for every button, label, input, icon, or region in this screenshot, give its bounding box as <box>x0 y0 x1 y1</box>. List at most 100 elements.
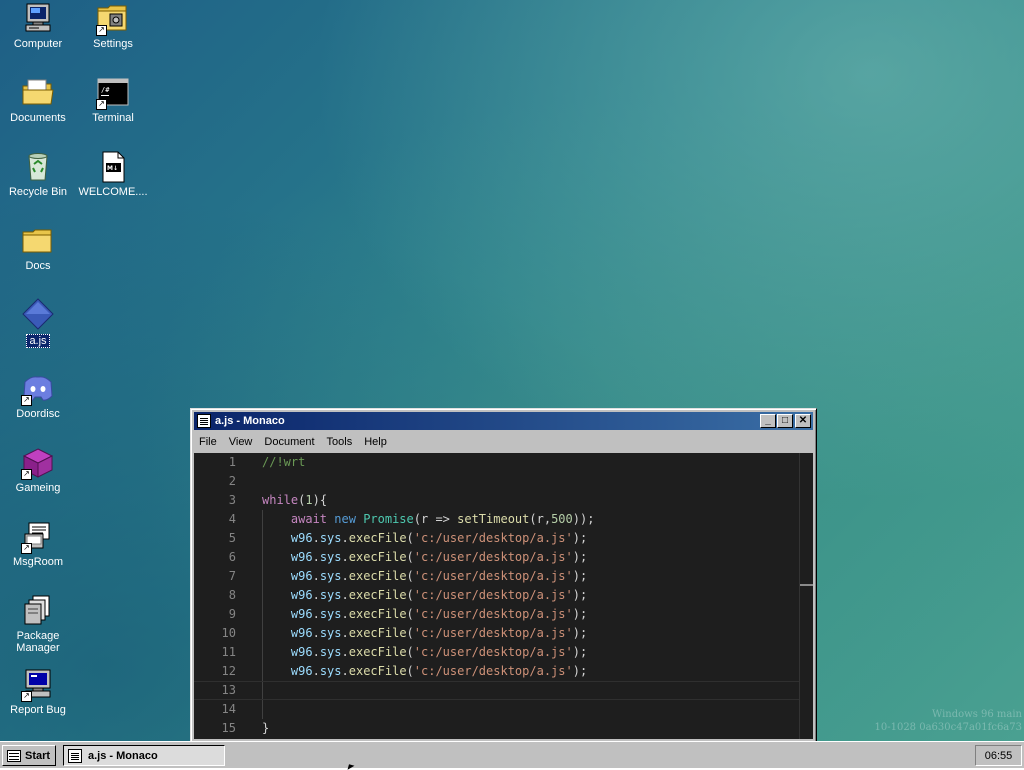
close-button[interactable]: ✕ <box>795 414 811 428</box>
shortcut-arrow-icon: ↗ <box>21 395 32 406</box>
line-number: 11 <box>221 645 236 659</box>
code-area[interactable]: //!wrt while(1){ await new Promise(r => s… <box>194 453 799 739</box>
code-line[interactable]: w96.sys.execFile('c:/user/desktop/a.js')… <box>262 529 799 548</box>
line-number: 15 <box>221 721 236 735</box>
watermark-line-2: 10-1028 0a630c47a01fc6a73 <box>874 722 1022 733</box>
start-logo-icon <box>6 749 22 763</box>
desktop-icon-computer[interactable]: Computer <box>1 2 75 50</box>
menu-view[interactable]: View <box>223 436 259 448</box>
line-number: 12 <box>221 664 236 678</box>
shortcut-arrow-icon: ↗ <box>21 543 32 554</box>
shortcut-arrow-icon: ↗ <box>96 25 107 36</box>
line-number: 8 <box>228 588 236 602</box>
code-line[interactable]: await new Promise(r => setTimeout(r,500)… <box>262 510 799 529</box>
line-number: 1 <box>228 455 236 469</box>
line-number: 7 <box>228 569 236 583</box>
window-title: a.js - Monaco <box>215 415 285 427</box>
minimize-button[interactable]: _ <box>760 414 776 428</box>
taskbar: Start a.js - Monaco 06:55 <box>0 741 1024 768</box>
code-line[interactable]: w96.sys.execFile('c:/user/desktop/a.js')… <box>262 605 799 624</box>
desktop-icon-recycle-bin[interactable]: Recycle Bin <box>1 150 75 198</box>
taskbar-item-label: a.js - Monaco <box>88 749 158 762</box>
maximize-button[interactable]: □ <box>777 414 793 428</box>
desktop-icon-label: Gameing <box>15 482 61 494</box>
close-icon: ✕ <box>798 415 808 426</box>
discord-icon: ↗ <box>21 372 55 406</box>
recycle-bin-icon <box>21 150 55 184</box>
menu-bar: File View Document Tools Help <box>194 432 813 452</box>
code-line[interactable] <box>262 700 799 719</box>
line-number: 4 <box>228 512 236 526</box>
desktop-icon-label: Report Bug <box>10 704 66 716</box>
clock-time: 06:55 <box>984 749 1013 762</box>
vertical-scrollbar[interactable] <box>799 453 813 739</box>
menu-document[interactable]: Document <box>258 436 320 448</box>
os-watermark: Windows 96 main 10-1028 0a630c47a01fc6a7… <box>874 708 1022 734</box>
folder-icon <box>21 224 55 258</box>
desktop-icon-docs[interactable]: Docs <box>1 224 75 272</box>
desktop-icon-settings[interactable]: ↗ Settings <box>76 2 150 50</box>
start-button[interactable]: Start <box>2 745 56 766</box>
desktop-icon-label: Doordisc <box>16 408 60 420</box>
terminal-icon: /# ↗ <box>96 76 130 110</box>
desktop-icon-label: Terminal <box>92 112 134 124</box>
code-line[interactable] <box>262 472 799 491</box>
svg-text:/#: /# <box>101 86 110 94</box>
code-line[interactable]: w96.sys.execFile('c:/user/desktop/a.js')… <box>262 624 799 643</box>
game-cube-icon: ↗ <box>21 446 55 480</box>
desktop-icon-label: Computer <box>13 38 63 50</box>
line-number: 3 <box>228 493 236 507</box>
code-line[interactable]: w96.sys.execFile('c:/user/desktop/a.js')… <box>262 662 799 681</box>
markdown-file-icon: M↓ <box>96 150 130 184</box>
desktop-icon-doordisc[interactable]: ↗ Doordisc <box>1 372 75 420</box>
documents-folder-icon <box>21 76 55 110</box>
shortcut-arrow-icon: ↗ <box>96 99 107 110</box>
code-line[interactable]: while(1){ <box>262 491 799 510</box>
line-number: 6 <box>228 550 236 564</box>
window-app-icon <box>197 414 211 428</box>
line-number: 9 <box>228 607 236 621</box>
line-number: 2 <box>228 474 236 488</box>
menu-help[interactable]: Help <box>358 436 393 448</box>
menu-tools[interactable]: Tools <box>321 436 359 448</box>
code-line[interactable]: w96.sys.execFile('c:/user/desktop/a.js')… <box>262 643 799 662</box>
taskbar-app-icon <box>68 748 82 763</box>
shortcut-arrow-icon: ↗ <box>21 691 32 702</box>
code-line[interactable]: w96.sys.execFile('c:/user/desktop/a.js')… <box>262 586 799 605</box>
line-number: 10 <box>221 626 236 640</box>
code-editor[interactable]: 1 2 3 4 5 6 7 8 9 10 11 12 13 14 15 //!wrt while(1){ aw… <box>194 453 813 739</box>
menu-file[interactable]: File <box>194 436 223 448</box>
msgroom-icon: ↗ <box>21 520 55 554</box>
window-titlebar[interactable]: a.js - Monaco _ □ ✕ <box>194 412 813 430</box>
system-tray-clock[interactable]: 06:55 <box>975 745 1022 766</box>
taskbar-item-a-js-monaco[interactable]: a.js - Monaco <box>63 745 225 766</box>
desktop-icon-label: Documents <box>10 112 66 124</box>
scrollbar-cursor-marker <box>800 584 813 586</box>
desktop-icon-package-manager[interactable]: Package Manager <box>1 594 75 654</box>
desktop-icon-msgroom[interactable]: ↗ MsgRoom <box>1 520 75 568</box>
svg-text:M↓: M↓ <box>107 165 118 172</box>
code-line[interactable] <box>194 681 799 700</box>
desktop[interactable]: Computer Documents Recycle Bin Docs a.js… <box>0 0 1024 741</box>
js-file-icon <box>21 298 55 332</box>
computer-icon <box>21 2 55 36</box>
code-line[interactable]: w96.sys.execFile('c:/user/desktop/a.js')… <box>262 567 799 586</box>
editor-window[interactable]: a.js - Monaco _ □ ✕ File View Document T… <box>190 408 817 741</box>
start-label: Start <box>25 749 51 762</box>
minimize-icon: _ <box>765 415 771 426</box>
desktop-icon-gameing[interactable]: ↗ Gameing <box>1 446 75 494</box>
code-line[interactable]: //!wrt <box>262 453 799 472</box>
desktop-icon-documents[interactable]: Documents <box>1 76 75 124</box>
desktop-icon-label: Recycle Bin <box>8 186 68 198</box>
desktop-icon-label: a.js <box>26 334 50 348</box>
desktop-icon-label: Settings <box>93 38 133 50</box>
desktop-icon-label: WELCOME.... <box>78 186 148 198</box>
desktop-icon-terminal[interactable]: /# ↗ Terminal <box>76 76 150 124</box>
desktop-icon-welcome[interactable]: M↓ WELCOME.... <box>76 150 150 198</box>
desktop-icon-report-bug[interactable]: ↗ Report Bug <box>1 668 75 716</box>
desktop-icon-label: Package Manager <box>16 630 60 654</box>
code-line[interactable]: w96.sys.execFile('c:/user/desktop/a.js')… <box>262 548 799 567</box>
desktop-icon-a-js[interactable]: a.js <box>1 298 75 348</box>
package-manager-icon <box>21 594 55 628</box>
code-line[interactable]: } <box>262 719 799 738</box>
